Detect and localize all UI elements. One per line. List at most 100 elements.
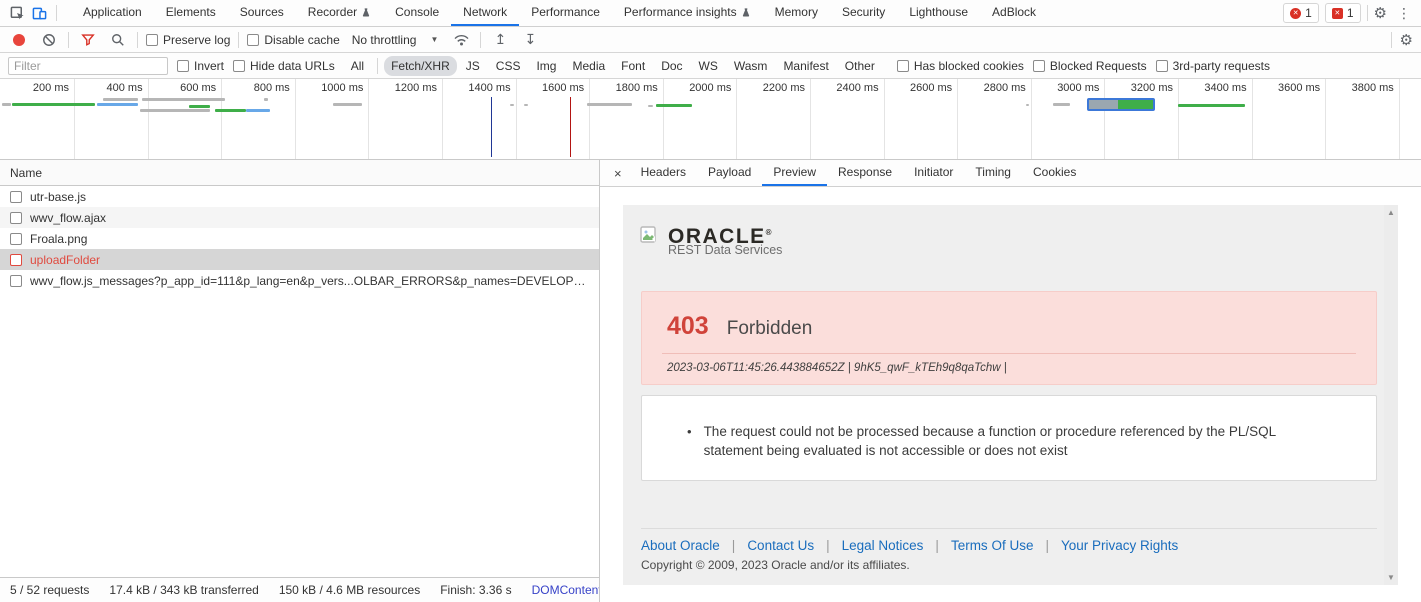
network-conditions-icon[interactable] [450, 29, 472, 51]
request-row-wwv-flow-js-messages[interactable]: wwv_flow.js_messages?p_app_id=111&p_lang… [0, 270, 599, 291]
tab-console[interactable]: Console [383, 0, 451, 26]
waterfall-bar[interactable] [1053, 103, 1070, 106]
waterfall-bar[interactable] [2, 103, 11, 106]
third-party-requests-checkbox[interactable] [1156, 60, 1168, 72]
link-contact-us[interactable]: Contact Us [747, 538, 814, 553]
issues-badge[interactable]: ✕ 1 [1325, 3, 1361, 23]
tab-application[interactable]: Application [71, 0, 154, 26]
tab-payload[interactable]: Payload [697, 160, 762, 186]
preview-scrollbar[interactable]: ▲ ▼ [1384, 205, 1398, 585]
tab-memory[interactable]: Memory [763, 0, 830, 26]
waterfall-bar[interactable] [333, 103, 362, 106]
waterfall-bar[interactable] [97, 103, 138, 106]
scroll-down-icon[interactable]: ▼ [1387, 573, 1395, 582]
search-icon[interactable] [107, 29, 129, 51]
preserve-log-checkbox[interactable] [146, 34, 158, 46]
import-har-icon[interactable]: ↥ [489, 29, 511, 51]
preserve-log-toggle[interactable]: Preserve log [146, 33, 230, 47]
waterfall-bar[interactable] [246, 109, 270, 112]
filter-type-font[interactable]: Font [614, 56, 652, 76]
tab-headers[interactable]: Headers [630, 160, 697, 186]
invert-checkbox[interactable] [177, 60, 189, 72]
filter-type-css[interactable]: CSS [489, 56, 528, 76]
link-about-oracle[interactable]: About Oracle [641, 538, 720, 553]
waterfall-bar[interactable] [142, 98, 225, 101]
tab-performance-insights[interactable]: Performance insights [612, 0, 763, 26]
filter-type-doc[interactable]: Doc [654, 56, 689, 76]
tab-security[interactable]: Security [830, 0, 897, 26]
settings-gear-icon[interactable]: ⚙ [1374, 4, 1387, 22]
filter-type-all[interactable]: All [344, 56, 371, 76]
filter-type-img[interactable]: Img [529, 56, 563, 76]
waterfall-bar[interactable] [648, 105, 653, 107]
filter-type-ws[interactable]: WS [692, 56, 725, 76]
tab-adblock[interactable]: AdBlock [980, 0, 1048, 26]
filter-type-manifest[interactable]: Manifest [776, 56, 835, 76]
clear-network-log-icon[interactable] [38, 29, 60, 51]
filter-type-fetch-xhr[interactable]: Fetch/XHR [384, 56, 457, 76]
tab-preview[interactable]: Preview [762, 160, 827, 186]
tab-lighthouse[interactable]: Lighthouse [897, 0, 980, 26]
filter-type-other[interactable]: Other [838, 56, 882, 76]
waterfall-bar[interactable] [12, 103, 95, 106]
has-blocked-cookies-checkbox[interactable] [897, 60, 909, 72]
device-toolbar-icon[interactable] [28, 2, 50, 24]
tab-recorder[interactable]: Recorder [296, 0, 383, 26]
waterfall-bar[interactable] [656, 104, 692, 107]
export-har-icon[interactable]: ↧ [519, 29, 541, 51]
filter-funnel-icon[interactable] [77, 29, 99, 51]
request-row-uploadfolder[interactable]: uploadFolder [0, 249, 599, 270]
filter-type-js[interactable]: JS [459, 56, 487, 76]
tab-elements[interactable]: Elements [154, 0, 228, 26]
disable-cache-checkbox[interactable] [247, 34, 259, 46]
tab-performance[interactable]: Performance [519, 0, 612, 26]
waterfall-bar[interactable] [103, 98, 138, 101]
waterfall-bar[interactable] [524, 104, 528, 106]
console-errors-badge[interactable]: ✕ 1 [1283, 3, 1319, 23]
third-party-requests-toggle[interactable]: 3rd-party requests [1156, 59, 1270, 73]
invert-toggle[interactable]: Invert [177, 59, 224, 73]
close-icon[interactable]: × [606, 166, 630, 181]
tab-initiator[interactable]: Initiator [903, 160, 964, 186]
tab-response[interactable]: Response [827, 160, 903, 186]
waterfall-bar[interactable] [1026, 104, 1029, 106]
request-checkbox[interactable] [10, 254, 22, 266]
filter-input[interactable] [8, 57, 168, 75]
throttling-dropdown[interactable]: No throttling ▼ [348, 33, 443, 47]
tab-cookies[interactable]: Cookies [1022, 160, 1087, 186]
waterfall-bar[interactable] [587, 103, 632, 106]
network-settings-gear-icon[interactable]: ⚙ [1400, 31, 1413, 49]
request-checkbox[interactable] [10, 275, 22, 287]
request-checkbox[interactable] [10, 212, 22, 224]
waterfall-bar[interactable] [215, 109, 246, 112]
network-overview-timeline[interactable]: 200 ms400 ms600 ms800 ms1000 ms1200 ms14… [0, 79, 1421, 160]
link-legal-notices[interactable]: Legal Notices [842, 538, 924, 553]
request-checkbox[interactable] [10, 233, 22, 245]
hide-data-urls-checkbox[interactable] [233, 60, 245, 72]
disable-cache-toggle[interactable]: Disable cache [247, 33, 339, 47]
link-terms-of-use[interactable]: Terms Of Use [951, 538, 1034, 553]
waterfall-bar[interactable] [510, 104, 514, 106]
request-row-froala-png[interactable]: Froala.png [0, 228, 599, 249]
waterfall-bar-selected[interactable] [1087, 98, 1155, 111]
waterfall-bar[interactable] [264, 98, 268, 101]
name-column-header[interactable]: Name [0, 160, 599, 186]
filter-type-wasm[interactable]: Wasm [727, 56, 775, 76]
inspect-element-icon[interactable] [6, 2, 28, 24]
waterfall-bar[interactable] [1178, 104, 1245, 107]
waterfall-bar[interactable] [189, 105, 210, 108]
scroll-up-icon[interactable]: ▲ [1387, 208, 1395, 217]
blocked-requests-toggle[interactable]: Blocked Requests [1033, 59, 1147, 73]
tab-sources[interactable]: Sources [228, 0, 296, 26]
blocked-requests-checkbox[interactable] [1033, 60, 1045, 72]
link-your-privacy-rights[interactable]: Your Privacy Rights [1061, 538, 1178, 553]
hide-data-urls-toggle[interactable]: Hide data URLs [233, 59, 335, 73]
waterfall-bar[interactable] [140, 109, 210, 112]
more-options-icon[interactable]: ⋮ [1393, 5, 1415, 22]
request-checkbox[interactable] [10, 191, 22, 203]
tab-timing[interactable]: Timing [964, 160, 1022, 186]
filter-type-media[interactable]: Media [565, 56, 612, 76]
has-blocked-cookies-toggle[interactable]: Has blocked cookies [897, 59, 1024, 73]
request-row-wwv-flow-ajax[interactable]: wwv_flow.ajax [0, 207, 599, 228]
request-row-utr-base-js[interactable]: utr-base.js [0, 186, 599, 207]
